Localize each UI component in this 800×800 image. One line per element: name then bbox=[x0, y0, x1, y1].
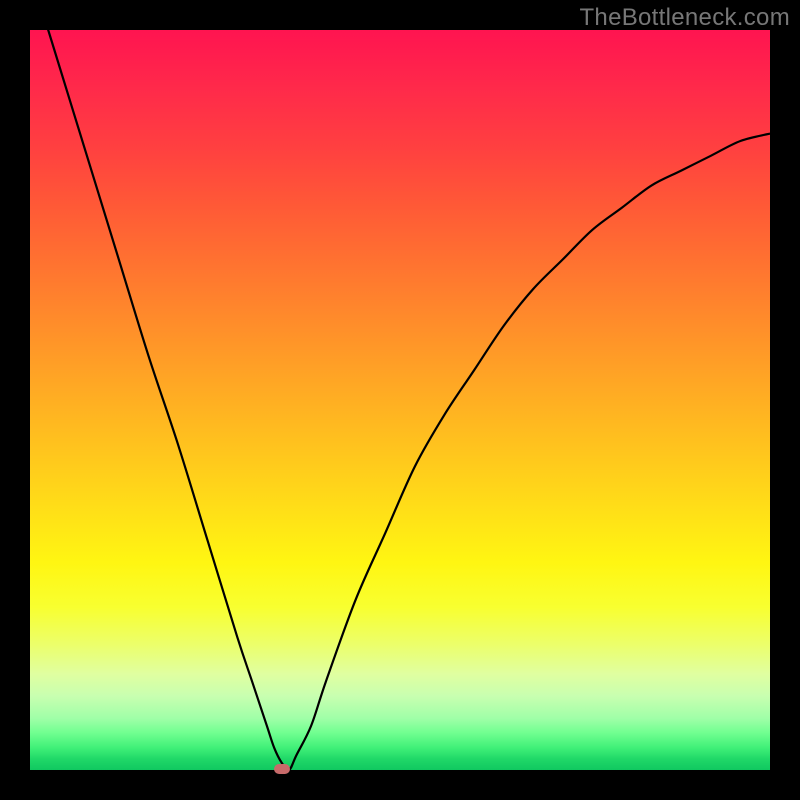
plot-area bbox=[30, 30, 770, 770]
curve-path bbox=[30, 0, 770, 770]
chart-frame: TheBottleneck.com bbox=[0, 0, 800, 800]
minimum-marker bbox=[274, 764, 290, 774]
watermark-text: TheBottleneck.com bbox=[579, 4, 790, 32]
bottleneck-curve bbox=[30, 30, 770, 770]
